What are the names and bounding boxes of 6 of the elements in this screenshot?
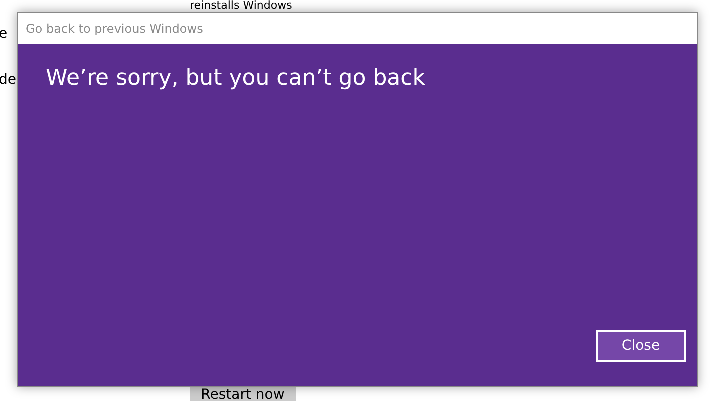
background-text: de xyxy=(0,72,16,88)
dialog-heading: We’re sorry, but you can’t go back xyxy=(46,66,426,91)
close-button[interactable]: Close xyxy=(596,330,686,362)
window-title: Go back to previous Windows xyxy=(26,22,204,36)
background-text: reinstalls Windows xyxy=(190,0,292,12)
background-text: e xyxy=(0,26,9,42)
